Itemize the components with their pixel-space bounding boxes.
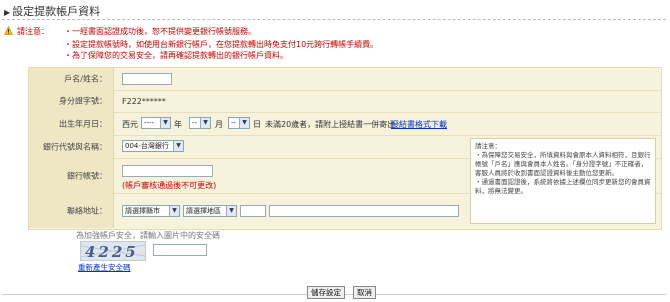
side-note-title: 請注意： bbox=[475, 142, 501, 150]
district-select[interactable]: 請選擇地區 ▼ bbox=[183, 205, 237, 217]
page-title: ▶ 設定提款帳戶資料 bbox=[4, 3, 100, 19]
notice-block: 請注意： ・一經書面認證成功後，恕不提供變更銀行帳號服務。 ・設定提款帳號時，如… bbox=[4, 24, 664, 64]
birth-day-unit: 日 bbox=[253, 120, 261, 129]
bank-select[interactable]: 004-台灣銀行 ▼ bbox=[122, 140, 184, 152]
warning-icon bbox=[4, 26, 13, 35]
city-select[interactable]: 請選擇縣市 ▼ bbox=[122, 205, 180, 217]
title-divider bbox=[2, 19, 666, 20]
street-input[interactable] bbox=[269, 205, 459, 217]
captcha-image: 4225 bbox=[80, 241, 146, 261]
triangle-icon: ▶ bbox=[4, 8, 11, 17]
form-row-id: 身分證字號： F222****** bbox=[29, 90, 661, 113]
birth-day-select[interactable]: -- ▼ bbox=[228, 117, 250, 129]
name-input[interactable] bbox=[122, 73, 172, 85]
name-label: 戶名/姓名： bbox=[64, 74, 107, 84]
form-row-name: 戶名/姓名： bbox=[29, 68, 661, 91]
account-input[interactable] bbox=[122, 165, 213, 177]
chevron-down-icon: ▼ bbox=[239, 118, 249, 128]
birth-month-unit: 月 bbox=[215, 120, 223, 129]
id-value: F222****** bbox=[122, 97, 166, 106]
side-note-box: 請注意： ・為保障您交易安全，所填資料與會原本人資料相符，且銀行帳號「戶名」應與… bbox=[470, 138, 656, 224]
save-button[interactable]: 儲存設定 bbox=[307, 286, 345, 299]
refresh-captcha-link[interactable]: 重新產生安全碼 bbox=[78, 262, 131, 273]
chevron-down-icon: ▼ bbox=[200, 118, 210, 128]
birth-year-select[interactable]: ---- ▼ bbox=[141, 117, 171, 129]
captcha-input[interactable] bbox=[153, 244, 207, 256]
id-label: 身分證字號： bbox=[59, 96, 107, 106]
consent-form-download-link[interactable]: 授結書格式下載 bbox=[391, 119, 447, 130]
notice-line: ・為了保障您的交易安全，請再確認提款轉出的銀行帳戶資料。 bbox=[64, 51, 288, 60]
notice-line: ・一經書面認證成功後，恕不提供變更銀行帳號服務。 bbox=[64, 27, 256, 36]
minor-note: 未滿20歲者，請附上授結書一併寄出 bbox=[265, 120, 396, 129]
chevron-down-icon: ▼ bbox=[173, 141, 183, 151]
captcha-noise: 4225 bbox=[81, 243, 145, 260]
chevron-down-icon: ▼ bbox=[160, 118, 170, 128]
birth-era: 西元 bbox=[122, 120, 138, 129]
birth-year-unit: 年 bbox=[174, 120, 182, 129]
bank-label: 銀行代號與名稱： bbox=[43, 142, 107, 151]
page-title-text: 設定提款帳戶資料 bbox=[12, 5, 101, 18]
side-note-line: ・通過書面認證後，系統將依據上述欄位同步更新您的會員資料，將無法變更。 bbox=[475, 178, 651, 195]
account-note: (帳戶審核通過後不可更改) bbox=[122, 181, 217, 190]
cancel-button[interactable]: 取消 bbox=[353, 286, 376, 299]
birth-label: 出生年月日： bbox=[59, 119, 107, 128]
notice-label: 請注意： bbox=[17, 27, 49, 36]
side-note-line: ・為保障您交易安全，所填資料與會原本人資料相符，且銀行帳號「戶名」應與會員本人姓… bbox=[475, 151, 651, 177]
captcha-hint: 為加強帳戶安全，請輸入圖片中的安全碼 bbox=[76, 231, 220, 240]
notice-line: ・設定提款帳號時，如使用台新銀行帳戶，在您提款轉出時免支付10元跨行轉帳手續費。 bbox=[64, 40, 379, 49]
form-row-birth: 出生年月日： 西元 ---- ▼ 年 -- ▼ 月 -- ▼ 日 未滿20歲者，請附上… bbox=[29, 112, 661, 136]
captcha-code: 4225 bbox=[85, 243, 139, 260]
zip-input[interactable] bbox=[240, 205, 266, 217]
chevron-down-icon: ▼ bbox=[169, 206, 179, 216]
account-label: 銀行帳號： bbox=[67, 171, 107, 180]
birth-month-select[interactable]: -- ▼ bbox=[189, 117, 211, 129]
chevron-down-icon: ▼ bbox=[226, 206, 236, 216]
address-label: 聯絡地址： bbox=[67, 206, 107, 215]
